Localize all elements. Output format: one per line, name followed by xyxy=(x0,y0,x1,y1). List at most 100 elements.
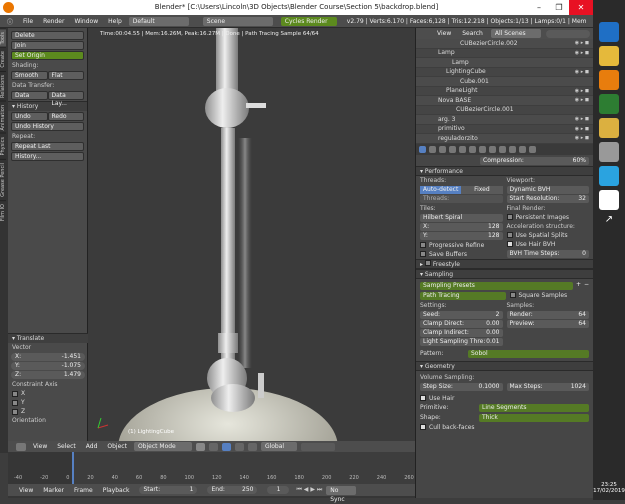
data-button[interactable]: Data xyxy=(11,91,48,100)
display-mode-dropdown[interactable]: All Scenes xyxy=(490,29,541,38)
outliner-item[interactable]: primitivo ◉ ▸ ◼ xyxy=(416,124,593,134)
render-engine-dropdown[interactable]: Cycles Render xyxy=(280,16,337,26)
timeline-menu-marker[interactable]: Marker xyxy=(40,487,67,494)
progressive-refine-checkbox[interactable]: Progressive Refine xyxy=(420,241,503,250)
data-layout-button[interactable]: Data Lay... xyxy=(47,91,84,107)
menu-window[interactable]: Window xyxy=(71,18,101,25)
visibility-icon[interactable]: ◉ ▸ ◼ xyxy=(575,69,589,75)
set-origin-button[interactable]: Set Origin xyxy=(11,51,84,60)
particles-tab-icon[interactable] xyxy=(519,145,526,153)
sampling-panel-header[interactable]: ▾ Sampling xyxy=(416,268,593,279)
editor-type-icon[interactable]: ⓘ xyxy=(4,17,16,26)
vector-y-field[interactable]: Y: -1.075 xyxy=(11,362,85,370)
visibility-icon[interactable]: ◉ ▸ ◼ xyxy=(575,126,589,132)
vector-z-field[interactable]: Z: 1.479 xyxy=(11,371,85,379)
file-explorer-icon[interactable] xyxy=(599,46,619,66)
outliner-item[interactable]: Cube.001 xyxy=(416,77,593,87)
sampling-presets-dropdown[interactable]: Sampling Presets xyxy=(420,281,573,290)
menu-file[interactable]: File xyxy=(20,18,36,25)
blender-app-icon[interactable] xyxy=(599,70,619,90)
delete-button[interactable]: Delete xyxy=(11,31,84,40)
start-resolution-field[interactable]: Start Resolution: 32 xyxy=(506,194,589,203)
timeline-menu-playback[interactable]: Playback xyxy=(100,487,133,494)
rotate-icon[interactable] xyxy=(247,442,257,451)
maximize-icon[interactable]: ❐ xyxy=(549,0,569,15)
translate-icon[interactable] xyxy=(234,442,244,451)
clamp-indirect-field[interactable]: Clamp Indirect: 0.00 xyxy=(420,328,503,337)
bvh-time-steps-field[interactable]: BVH Time Steps: 0 xyxy=(506,249,589,258)
integrator-dropdown[interactable]: Path Tracing xyxy=(420,291,506,300)
freestyle-panel-header[interactable]: ▸ Freestyle xyxy=(416,258,593,269)
menu-help[interactable]: Help xyxy=(105,18,125,25)
performance-panel-header[interactable]: ▾ Performance xyxy=(416,165,593,176)
visibility-icon[interactable]: ◉ ▸ ◼ xyxy=(575,40,589,46)
fixed-button[interactable]: Fixed xyxy=(461,185,503,194)
shading-mode-icon[interactable] xyxy=(195,442,205,451)
cull-backfaces-checkbox[interactable]: Cull back-faces xyxy=(420,423,589,432)
manipulator-icon[interactable] xyxy=(221,442,231,451)
visibility-icon[interactable]: ◉ ▸ ◼ xyxy=(575,97,589,103)
object-tab-icon[interactable] xyxy=(459,145,466,153)
undo-history-button[interactable]: Undo History xyxy=(11,122,84,131)
tab-physics[interactable]: Physics xyxy=(0,133,6,159)
auto-detect-button[interactable]: Auto-detect xyxy=(420,185,462,194)
chrome-icon[interactable] xyxy=(599,118,619,138)
persistent-images-checkbox[interactable]: Persistent Images xyxy=(506,213,590,222)
geometry-panel-header[interactable]: ▾ Geometry xyxy=(416,360,593,371)
pattern-dropdown[interactable]: Sobol xyxy=(468,349,589,358)
render-samples-field[interactable]: Render: 64 xyxy=(506,310,589,319)
max-steps-field[interactable]: Max Steps: 1024 xyxy=(506,382,589,391)
outliner-item[interactable]: Nova BASE ◉ ▸ ◼ xyxy=(416,96,593,106)
outliner-search-input[interactable] xyxy=(545,29,590,38)
visibility-icon[interactable]: ◉ ▸ ◼ xyxy=(575,50,589,56)
paint-icon[interactable] xyxy=(599,142,619,162)
checkbox-icon[interactable] xyxy=(424,259,431,266)
taskbar-clock[interactable]: 23:25 17/02/2019 xyxy=(593,482,625,494)
view3d-editor-icon[interactable] xyxy=(16,442,26,451)
visibility-icon[interactable]: ◉ ▸ ◼ xyxy=(575,135,589,141)
pivot-icon[interactable] xyxy=(208,442,218,451)
outliner-menu-search[interactable]: Search xyxy=(459,30,486,37)
tab-animation[interactable]: Animation xyxy=(0,100,6,134)
visibility-icon[interactable]: ◉ ▸ ◼ xyxy=(575,88,589,94)
timeline-menu-frame[interactable]: Frame xyxy=(71,487,96,494)
calendar-icon[interactable] xyxy=(599,190,619,210)
tab-create[interactable]: Create xyxy=(0,47,6,71)
tab-relations[interactable]: Relations xyxy=(0,70,6,101)
minimize-icon[interactable]: – xyxy=(529,0,549,15)
tiles-dropdown[interactable]: Hilbert Spiral xyxy=(420,213,503,222)
outliner-item[interactable]: reguladorzito ◉ ▸ ◼ xyxy=(416,134,593,144)
history-panel-header[interactable]: ▾ History xyxy=(8,101,87,111)
tile-x-field[interactable]: X: 128 xyxy=(420,222,503,231)
hair-bvh-checkbox[interactable]: Use Hair BVH xyxy=(506,240,590,249)
outliner-item[interactable]: Lamp ◉ ▸ ◼ xyxy=(416,48,593,58)
scene-dropdown[interactable]: Scene xyxy=(202,16,273,26)
menu-select[interactable]: Select xyxy=(54,443,79,450)
tile-y-field[interactable]: Y: 128 xyxy=(420,231,503,240)
close-icon[interactable]: ✕ xyxy=(569,0,593,15)
viewport-bvh-dropdown[interactable]: Dynamic BVH xyxy=(506,185,589,194)
current-frame-field[interactable]: 1 xyxy=(267,486,290,494)
sync-dropdown[interactable]: No Sync xyxy=(326,485,357,503)
tab-grease-pencil[interactable]: Grease Pencil xyxy=(0,158,6,200)
outliner-item[interactable]: PlaneLight ◉ ▸ ◼ xyxy=(416,86,593,96)
threads-field[interactable]: Threads: xyxy=(420,194,503,203)
end-frame-field[interactable]: End: 250 xyxy=(207,486,258,494)
smooth-button[interactable]: Smooth xyxy=(11,71,48,80)
repeat-last-button[interactable]: Repeat Last xyxy=(11,142,84,151)
mode-dropdown[interactable]: Object Mode xyxy=(133,442,192,451)
screen-layout-dropdown[interactable]: Default xyxy=(128,16,189,26)
outliner-item[interactable]: CUBezierCircle.002 ◉ ▸ ◼ xyxy=(416,39,593,49)
outliner-item[interactable]: arg. 3 ◉ ▸ ◼ xyxy=(416,115,593,125)
seed-field[interactable]: Seed: 2 xyxy=(420,310,503,319)
layers-icon[interactable] xyxy=(300,442,335,451)
orientation-dropdown[interactable]: Global xyxy=(260,442,297,451)
remove-preset-icon[interactable]: − xyxy=(584,281,589,291)
constraint-y-checkbox[interactable]: Y xyxy=(8,398,88,407)
outliner-item[interactable]: CUBezierCircle.001 xyxy=(416,105,593,115)
preview-samples-field[interactable]: Preview: 64 xyxy=(506,319,589,328)
primitive-dropdown[interactable]: Line Segments xyxy=(479,403,589,412)
modifiers-tab-icon[interactable] xyxy=(479,145,486,153)
tab-film-io[interactable]: Film IO xyxy=(0,199,6,224)
render-tab-icon[interactable] xyxy=(419,145,426,153)
